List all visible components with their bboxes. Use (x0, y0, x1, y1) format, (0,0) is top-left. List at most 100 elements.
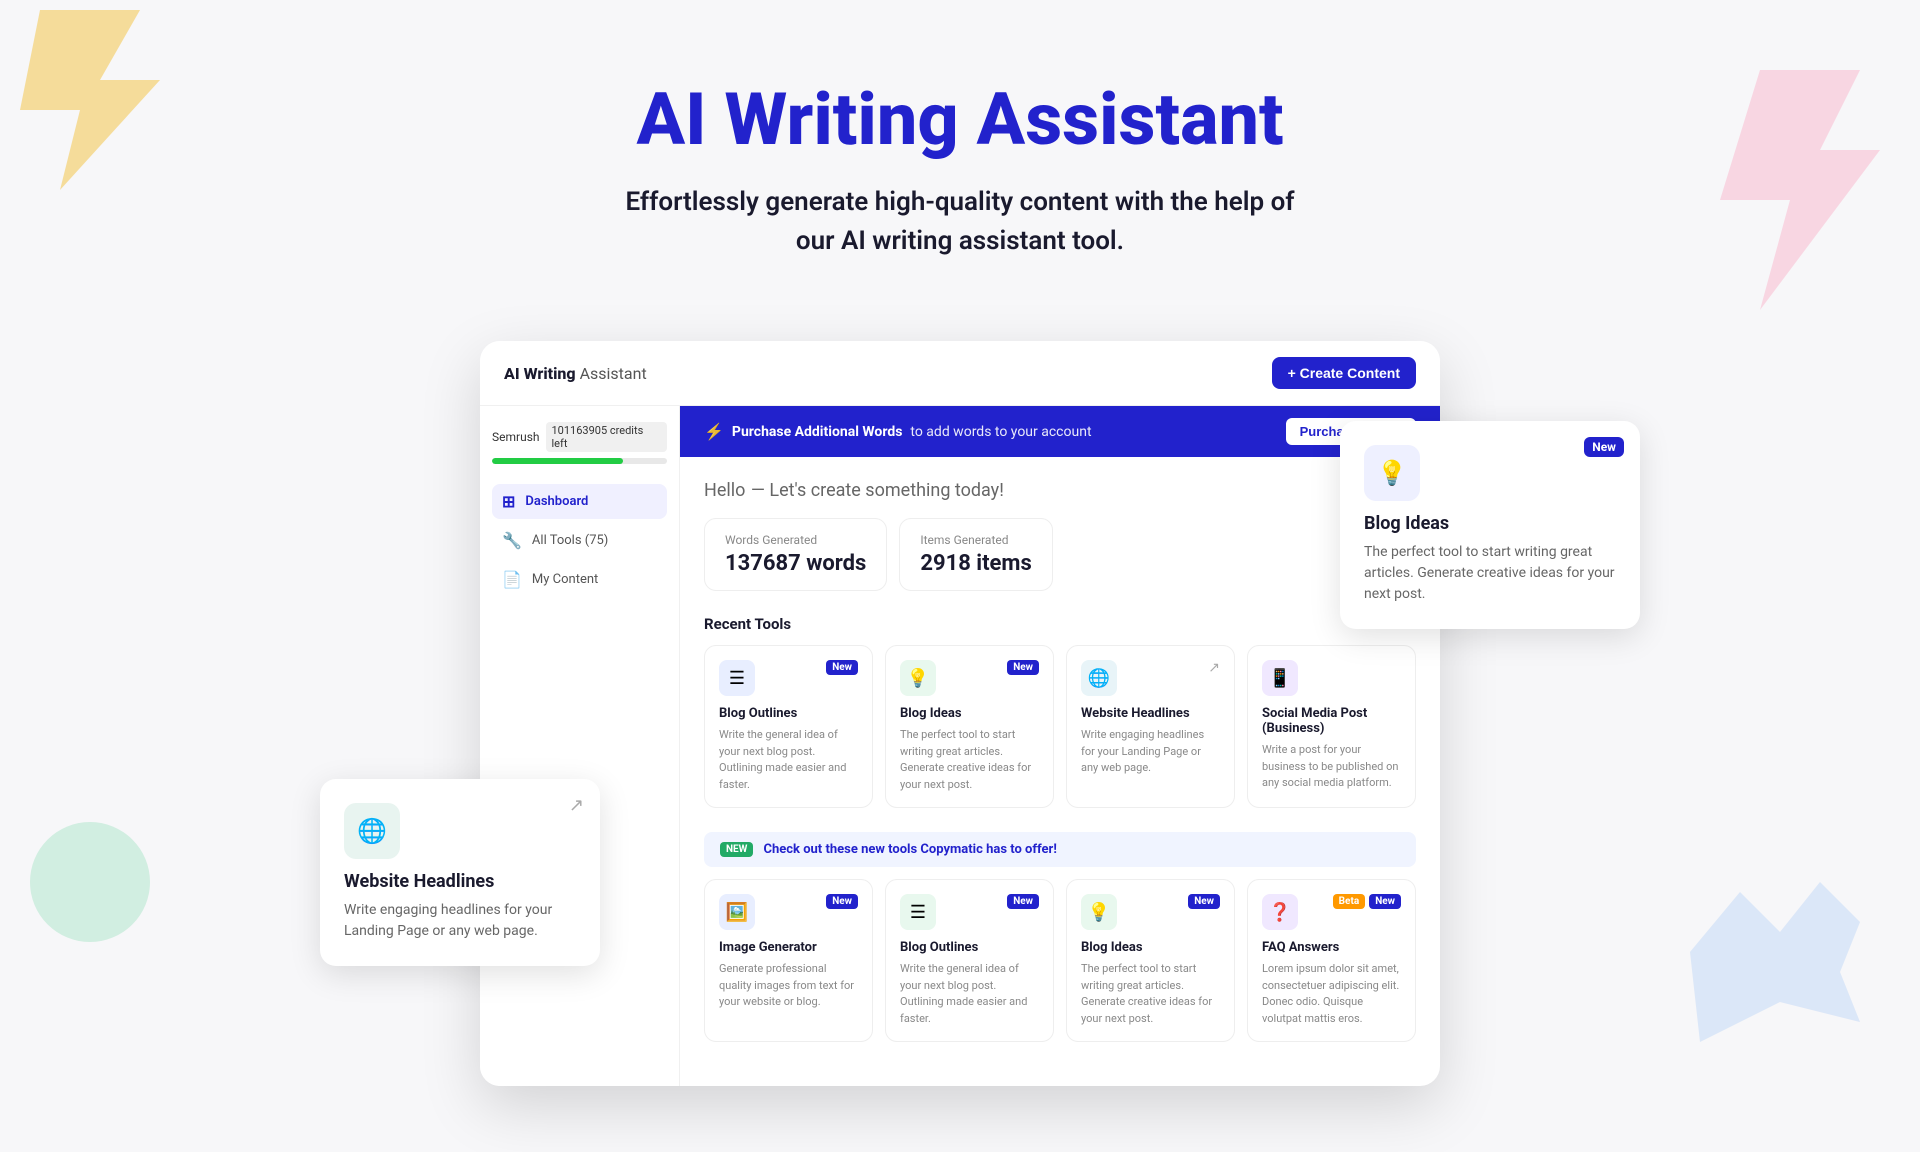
credits-bar-fill (492, 458, 623, 464)
blog-outlines-desc: Write the general idea of your next blog… (719, 727, 858, 793)
faq-answers-icon: ❓ (1262, 894, 1298, 930)
image-generator-name: Image Generator (719, 940, 858, 955)
banner-bold-text: Purchase Additional Words (732, 424, 902, 440)
items-generated-label: Items Generated (920, 533, 1031, 547)
purchase-words-banner: ⚡ Purchase Additional Words to add words… (680, 406, 1440, 457)
decorative-shape-green (20, 812, 160, 952)
lightning-icon: ⚡ (704, 422, 724, 441)
items-generated-card: Items Generated 2918 items (899, 518, 1052, 591)
app-ui-mockup: AI Writing Assistant + Create Content Se… (480, 341, 1440, 1086)
sidebar: Semrush 101163905 credits left ⊞ Dashboa… (480, 406, 680, 1086)
website-headlines-title: Website Headlines (344, 871, 576, 892)
create-content-button[interactable]: + Create Content (1272, 357, 1416, 389)
blog-ideas-2-name: Blog Ideas (1081, 940, 1220, 955)
faq-beta-badge: Beta (1333, 894, 1366, 909)
blog-outlines-icon: ☰ (719, 660, 755, 696)
blog-ideas-title: Blog Ideas (1364, 513, 1616, 534)
faq-new-badge: New (1369, 894, 1401, 909)
sidebar-item-my-content[interactable]: 📄 My Content (492, 562, 667, 597)
banner-light-text: to add words to your account (910, 424, 1091, 440)
tool-card-header: ☰ New (719, 660, 858, 696)
tool-card-blog-outlines[interactable]: ☰ New Blog Outlines Write the general id… (704, 645, 873, 808)
sidebar-navigation: ⊞ Dashboard 🔧 All Tools (75) 📄 My Conten… (492, 484, 667, 597)
tool-card-blog-ideas[interactable]: 💡 New Blog Ideas The perfect tool to sta… (885, 645, 1054, 808)
app-header: AI Writing Assistant + Create Content (480, 341, 1440, 406)
tool-card-header-7: 💡 New (1081, 894, 1220, 930)
my-content-icon: 📄 (502, 570, 522, 589)
tool-card-website-headlines[interactable]: 🌐 ↗ Website Headlines Write engaging hea… (1066, 645, 1235, 808)
new-tools-badge: NEW (720, 842, 753, 857)
website-headlines-tool-icon: 🌐 (1081, 660, 1117, 696)
website-headlines-tool-name: Website Headlines (1081, 706, 1220, 721)
sidebar-item-dashboard[interactable]: ⊞ Dashboard (492, 484, 667, 519)
new-tools-announcement: NEW Check out these new tools Copymatic … (704, 832, 1416, 867)
blog-ideas-tool-name: Blog Ideas (900, 706, 1039, 721)
hero-section: AI Writing Assistant Effortlessly genera… (0, 0, 1920, 301)
blog-outlines-name: Blog Outlines (719, 706, 858, 721)
credits-amount: 101163905 credits left (546, 422, 668, 452)
blog-ideas-tool-icon: 💡 (900, 660, 936, 696)
app-logo: AI Writing Assistant (504, 364, 647, 383)
app-screenshot-container: ↗ 🌐 Website Headlines Write engaging hea… (480, 341, 1440, 1086)
dashboard-greeting: Hello — Let's create something today! (704, 477, 1416, 502)
image-generator-badge: New (826, 894, 858, 909)
blog-ideas-icon: 💡 (1364, 445, 1420, 501)
arrow-icon: ↗ (569, 795, 584, 816)
blog-ideas-2-desc: The perfect tool to start writing great … (1081, 961, 1220, 1027)
hello-text: Hello (704, 480, 745, 501)
blog-ideas-tool-desc: The perfect tool to start writing great … (900, 727, 1039, 793)
tool-card-faq-answers[interactable]: ❓ Beta New FAQ Answers Lorem ipsum dolor… (1247, 879, 1416, 1042)
words-generated-label: Words Generated (725, 533, 866, 547)
blog-outlines-2-icon: ☰ (900, 894, 936, 930)
logo-bold: AI Writing (504, 364, 576, 383)
words-generated-value: 137687 words (725, 551, 866, 576)
tool-card-image-generator[interactable]: 🖼️ New Image Generator Generate professi… (704, 879, 873, 1042)
tool-card-blog-ideas-2[interactable]: 💡 New Blog Ideas The perfect tool to sta… (1066, 879, 1235, 1042)
main-content: ⚡ Purchase Additional Words to add words… (680, 406, 1440, 1086)
tool-card-social-media[interactable]: 📱 Social Media Post (Business) Write a p… (1247, 645, 1416, 808)
website-headlines-icon: 🌐 (344, 803, 400, 859)
tool-card-blog-outlines-2[interactable]: ☰ New Blog Outlines Write the general id… (885, 879, 1054, 1042)
credits-bar (492, 458, 667, 464)
social-media-icon: 📱 (1262, 660, 1298, 696)
blog-outlines-2-badge: New (1007, 894, 1039, 909)
new-tools-text: Check out these new tools Copymatic has … (763, 842, 1056, 857)
blog-ideas-new-badge: New (1584, 437, 1624, 457)
image-generator-icon: 🖼️ (719, 894, 755, 930)
app-body: Semrush 101163905 credits left ⊞ Dashboa… (480, 406, 1440, 1086)
items-generated-value: 2918 items (920, 551, 1031, 576)
sidebar-item-all-tools-label: All Tools (75) (532, 533, 608, 548)
words-generated-card: Words Generated 137687 words (704, 518, 887, 591)
faq-badges: Beta New (1333, 894, 1401, 909)
credits-info: Semrush 101163905 credits left (492, 422, 667, 452)
floating-card-blog[interactable]: New 💡 Blog Ideas The perfect tool to sta… (1340, 421, 1640, 629)
faq-answers-desc: Lorem ipsum dolor sit amet, consectetuer… (1262, 961, 1401, 1027)
blog-ideas-2-icon: 💡 (1081, 894, 1117, 930)
floating-card-website[interactable]: ↗ 🌐 Website Headlines Write engaging hea… (320, 779, 600, 966)
blog-ideas-desc: The perfect tool to start writing great … (1364, 542, 1616, 605)
dashboard-content: Hello — Let's create something today! Wo… (680, 457, 1440, 1086)
tool-card-header-6: ☰ New (900, 894, 1039, 930)
faq-answers-name: FAQ Answers (1262, 940, 1401, 955)
blog-outlines-badge: New (826, 660, 858, 675)
blog-ideas-2-badge: New (1188, 894, 1220, 909)
logo-light: Assistant (576, 364, 647, 383)
social-media-desc: Write a post for your business to be pub… (1262, 742, 1401, 792)
sidebar-item-all-tools[interactable]: 🔧 All Tools (75) (492, 523, 667, 558)
all-tools-icon: 🔧 (502, 531, 522, 550)
blog-ideas-badge: New (1007, 660, 1039, 675)
social-media-name: Social Media Post (Business) (1262, 706, 1401, 736)
decorative-shape-blue (1680, 872, 1880, 1052)
tool-card-header-8: ❓ Beta New (1262, 894, 1401, 930)
blog-outlines-2-desc: Write the general idea of your next blog… (900, 961, 1039, 1027)
hello-tagline: — Let's create something today! (751, 480, 1004, 501)
recent-tools-title: Recent Tools (704, 615, 1416, 633)
website-headlines-desc: Write engaging headlines for your Landin… (344, 900, 576, 942)
stats-row: Words Generated 137687 words Items Gener… (704, 518, 1416, 591)
tool-arrow-icon: ↗ (1208, 660, 1220, 676)
credits-section: Semrush 101163905 credits left (492, 422, 667, 464)
sidebar-item-dashboard-label: Dashboard (525, 494, 588, 509)
tool-card-header-4: 📱 (1262, 660, 1401, 696)
banner-text: ⚡ Purchase Additional Words to add words… (704, 422, 1092, 441)
website-headlines-tool-desc: Write engaging headlines for your Landin… (1081, 727, 1220, 777)
